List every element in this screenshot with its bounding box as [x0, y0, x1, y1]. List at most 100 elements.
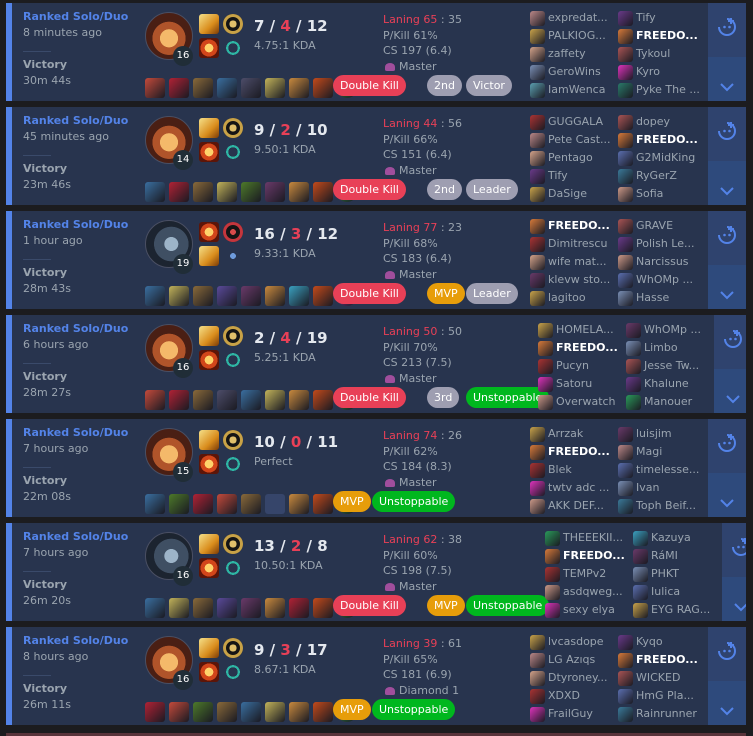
player-name[interactable]: Pete Cast...	[548, 133, 611, 146]
player-name[interactable]: RyGerZ	[636, 169, 677, 182]
player-name[interactable]: RáMI	[651, 549, 678, 562]
player-row[interactable]: expredat...	[530, 10, 630, 28]
player-row[interactable]: Hasse	[618, 290, 718, 308]
item-slot-icon[interactable]	[217, 390, 237, 410]
item-slot-icon[interactable]	[241, 78, 261, 98]
match-card[interactable]: Ranked Solo/Duo 7 hours ago Victory 26m 20s…	[6, 523, 746, 621]
player-row[interactable]: Iulica	[633, 584, 733, 602]
player-name[interactable]: Magi	[636, 445, 662, 458]
item-slot-icon[interactable]	[193, 286, 213, 306]
player-row[interactable]: asdqweg...	[545, 584, 645, 602]
player-name[interactable]: Kyqo	[636, 635, 663, 648]
keystone-rune-icon[interactable]	[223, 118, 243, 138]
player-row[interactable]: Pyke The ...	[618, 82, 718, 100]
player-row[interactable]: Rainrunner	[618, 706, 718, 724]
player-row[interactable]: Limbo	[626, 340, 726, 358]
item-slot-icon[interactable]	[169, 286, 189, 306]
player-name[interactable]: PHKT	[651, 567, 679, 580]
player-row[interactable]: FREEDO...	[618, 652, 718, 670]
player-name[interactable]: Polish Le...	[636, 237, 694, 250]
keystone-rune-icon[interactable]	[223, 14, 243, 34]
player-name[interactable]: WICKED	[636, 671, 680, 684]
player-name[interactable]: lvcasdope	[548, 635, 604, 648]
player-name[interactable]: Sofia	[636, 187, 663, 200]
player-name[interactable]: HOMELA...	[556, 323, 614, 336]
item-slot-icon[interactable]	[169, 78, 189, 98]
player-row[interactable]: WhOMp ...	[618, 272, 718, 290]
player-row[interactable]: FREEDO...	[530, 218, 630, 236]
item-slot-icon[interactable]	[265, 702, 285, 722]
player-name[interactable]: GUGGALA	[548, 115, 603, 128]
summoner-spell-ignite-icon[interactable]	[199, 454, 219, 474]
item-slot-icon[interactable]	[217, 78, 237, 98]
player-row[interactable]: Satoru	[538, 376, 638, 394]
player-name[interactable]: wife mat...	[548, 255, 606, 268]
item-slot-icon[interactable]	[217, 494, 237, 514]
item-slot-icon[interactable]	[145, 494, 165, 514]
player-row[interactable]: Dimitrescu	[530, 236, 630, 254]
player-row[interactable]: Pete Cast...	[530, 132, 630, 150]
player-name[interactable]: FREEDO...	[548, 219, 610, 232]
player-row[interactable]: GRAVE	[618, 218, 718, 236]
secondary-rune-icon[interactable]	[223, 350, 243, 370]
player-name[interactable]: PALKIOG...	[548, 29, 606, 42]
player-row[interactable]: XDXD	[530, 688, 630, 706]
item-slot-icon[interactable]	[265, 494, 285, 514]
player-row[interactable]: FREEDO...	[618, 28, 718, 46]
player-name[interactable]: luisjim	[636, 427, 672, 440]
item-slot-icon[interactable]	[217, 182, 237, 202]
player-row[interactable]: FREEDO...	[530, 444, 630, 462]
player-row[interactable]: IamWenca	[530, 82, 630, 100]
keystone-rune-icon[interactable]	[223, 326, 243, 346]
player-name[interactable]: Rainrunner	[636, 707, 697, 720]
summoner-spell-ignite-icon[interactable]	[199, 350, 219, 370]
item-slot-icon[interactable]	[289, 598, 309, 618]
share-icon[interactable]	[716, 120, 738, 142]
player-row[interactable]: lagitoo	[530, 290, 630, 308]
item-slot-icon[interactable]	[193, 182, 213, 202]
item-slot-icon[interactable]	[289, 182, 309, 202]
item-slot-icon[interactable]	[193, 78, 213, 98]
player-row[interactable]: WhOMp ...	[626, 322, 726, 340]
player-name[interactable]: TEMPv2	[563, 567, 606, 580]
match-card[interactable]: Ranked Solo/Duo 7 hours ago Victory 22m 08s…	[6, 419, 746, 517]
player-name[interactable]: FREEDO...	[636, 133, 698, 146]
player-row[interactable]: AKK DEF...	[530, 498, 630, 516]
player-name[interactable]: Limbo	[644, 341, 678, 354]
summoner-spell-flash-icon[interactable]	[199, 430, 219, 450]
player-row[interactable]: luisjim	[618, 426, 718, 444]
player-name[interactable]: IamWenca	[548, 83, 605, 96]
item-slot-icon[interactable]	[313, 286, 333, 306]
item-slot-icon[interactable]	[145, 702, 165, 722]
player-row[interactable]: PHKT	[633, 566, 733, 584]
item-slot-icon[interactable]	[265, 390, 285, 410]
player-row[interactable]: Polish Le...	[618, 236, 718, 254]
item-slot-icon[interactable]	[145, 390, 165, 410]
player-row[interactable]: Manouer	[626, 394, 726, 412]
player-row[interactable]: Kyro	[618, 64, 718, 82]
item-slot-icon[interactable]	[313, 182, 333, 202]
summoner-spell-flash-icon[interactable]	[199, 118, 219, 138]
player-row[interactable]: Tykoul	[618, 46, 718, 64]
item-slot-icon[interactable]	[241, 598, 261, 618]
summoner-spell-flash-icon[interactable]	[199, 14, 219, 34]
share-icon[interactable]	[722, 328, 744, 350]
player-name[interactable]: Satoru	[556, 377, 592, 390]
secondary-rune-icon[interactable]	[223, 142, 243, 162]
secondary-rune-icon[interactable]	[223, 38, 243, 58]
item-slot-icon[interactable]	[265, 598, 285, 618]
player-row[interactable]: wife mat...	[530, 254, 630, 272]
item-slot-icon[interactable]	[313, 702, 333, 722]
player-name[interactable]: HmG Pla...	[636, 689, 694, 702]
share-icon[interactable]	[716, 224, 738, 246]
player-row[interactable]: Khalune	[626, 376, 726, 394]
expand-button[interactable]	[708, 681, 746, 725]
player-row[interactable]: Kazuya	[633, 530, 733, 548]
player-row[interactable]: GUGGALA	[530, 114, 630, 132]
player-name[interactable]: THEEEKII...	[563, 531, 623, 544]
share-icon[interactable]	[716, 640, 738, 662]
player-row[interactable]: dopey	[618, 114, 718, 132]
player-row[interactable]: timelesse...	[618, 462, 718, 480]
player-name[interactable]: FREEDO...	[548, 445, 610, 458]
player-name[interactable]: Overwatch	[556, 395, 616, 408]
